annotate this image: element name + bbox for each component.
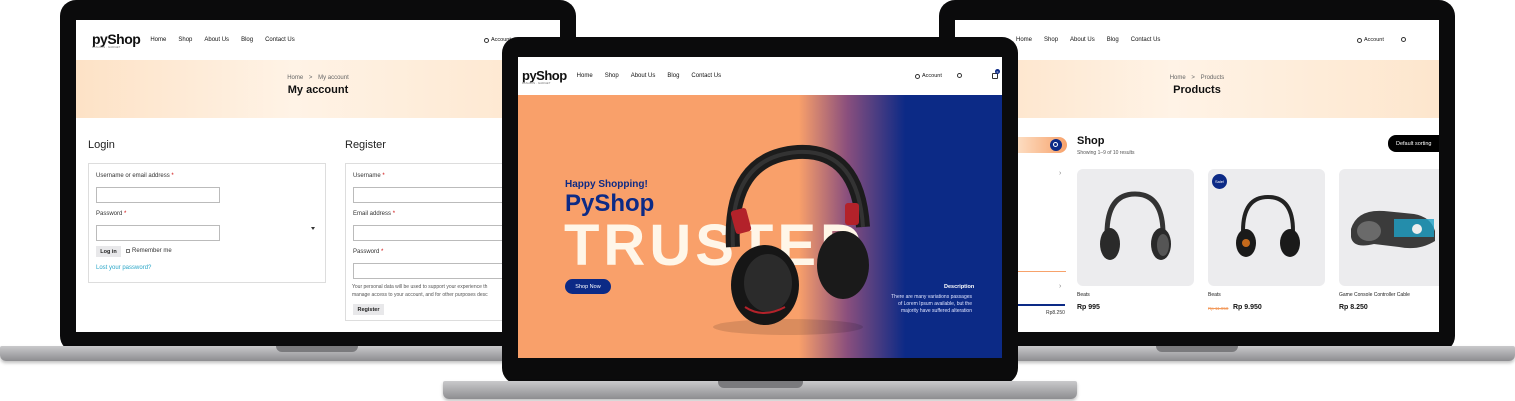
reg-username-field[interactable] — [353, 187, 505, 203]
logo[interactable]: pyShop FASHION · GADGET — [522, 68, 567, 85]
breadcrumb-current: My account — [318, 75, 349, 81]
logo[interactable]: pyShop FASHION · GADGET — [92, 31, 141, 49]
checkbox[interactable] — [126, 249, 130, 253]
register-button[interactable]: Register — [353, 304, 384, 315]
search-icon — [1053, 142, 1058, 147]
reg-email-field[interactable] — [353, 225, 505, 241]
chevron-right-icon[interactable]: › — [1059, 170, 1061, 177]
remember-me[interactable]: Remember me — [126, 248, 172, 254]
register-heading: Register — [345, 139, 386, 151]
account-screen: pyShop FASHION · GADGET Home Shop About U… — [76, 20, 560, 332]
home-navbar: pyShop FASHION · GADGET Home Shop About U… — [518, 57, 1002, 95]
laptop-right-notch — [1156, 346, 1238, 352]
account-link[interactable]: Account — [915, 73, 942, 79]
nav-home[interactable]: Home — [150, 37, 166, 43]
reg-username-label: Username * — [353, 173, 385, 179]
product-card[interactable] — [1208, 169, 1325, 286]
shop-now-button[interactable]: Shop Now — [565, 279, 611, 294]
products-page-header: Home > Products Products — [955, 60, 1439, 118]
breadcrumb-home[interactable]: Home — [287, 75, 303, 81]
username-field[interactable] — [96, 187, 220, 203]
page-title: My account — [287, 84, 349, 96]
breadcrumb: Home > Products — [1169, 75, 1225, 81]
description-text: There are many variations passages of Lo… — [891, 294, 972, 314]
product-name[interactable]: Beats — [1077, 292, 1090, 298]
laptop-center-notch — [718, 381, 803, 388]
nav-links: Home Shop About Us Blog Contact Us — [150, 37, 306, 43]
laptop-left-bezel: pyShop FASHION · GADGET Home Shop About U… — [60, 0, 576, 352]
search-button[interactable] — [1050, 139, 1062, 151]
login-button[interactable]: Log in — [96, 246, 121, 257]
headphones-image — [1100, 191, 1171, 260]
nav-shop[interactable]: Shop — [178, 37, 192, 43]
search-icon[interactable] — [957, 73, 962, 78]
privacy-text-2: manage access to your account, and for o… — [352, 292, 488, 298]
user-icon — [484, 37, 489, 43]
nav-contact[interactable]: Contact Us — [691, 73, 721, 79]
search-icon[interactable] — [1401, 37, 1406, 42]
login-form: Username or email address * Password * L… — [88, 163, 326, 283]
lost-password-link[interactable]: Lost your password? — [96, 265, 151, 271]
reg-password-label: Password * — [353, 249, 384, 255]
nav-contact[interactable]: Contact Us — [1131, 37, 1161, 43]
nav-blog[interactable]: Blog — [241, 37, 253, 43]
chevron-right-icon[interactable]: › — [1059, 283, 1061, 290]
page-title: Products — [1173, 84, 1221, 96]
divider — [1015, 271, 1066, 272]
controller-image — [1351, 210, 1435, 249]
product-old-price: Rp 11.950 — [1208, 306, 1229, 311]
shop-heading: Shop — [1077, 135, 1105, 147]
description-heading: Description — [944, 284, 975, 290]
results-count: Showing 1–9 of 10 results — [1077, 150, 1135, 156]
headphones-image — [713, 144, 870, 335]
product-name[interactable]: Beats — [1208, 292, 1221, 298]
reg-password-field[interactable] — [353, 263, 505, 279]
sale-badge: Sale! — [1212, 174, 1227, 189]
breadcrumb-home[interactable]: Home — [1170, 75, 1186, 81]
cart-count: 0 — [995, 69, 1000, 74]
price-max: Rp8.250 — [1046, 310, 1065, 316]
home-screen: pyShop FASHION · GADGET Home Shop About U… — [518, 57, 1002, 358]
product-price: Rp 995 — [1077, 304, 1100, 311]
products-screen: Home Shop About Us Blog Contact Us Accou… — [955, 20, 1439, 332]
caret-down-icon — [311, 227, 315, 230]
nav-shop[interactable]: Shop — [605, 73, 619, 79]
products-navbar: Home Shop About Us Blog Contact Us Accou… — [955, 20, 1439, 60]
reg-email-label: Email address * — [353, 211, 396, 217]
nav-links: Home Shop About Us Blog Contact Us — [577, 73, 733, 79]
laptop-left-notch — [276, 346, 358, 352]
sorting-select[interactable]: Default sorting — [1388, 135, 1439, 152]
nav-home[interactable]: Home — [577, 73, 593, 79]
user-icon — [915, 73, 920, 79]
price-slider[interactable] — [1015, 304, 1065, 306]
laptop-center-bezel: pyShop FASHION · GADGET Home Shop About U… — [502, 37, 1018, 384]
account-link[interactable]: Account — [1357, 37, 1384, 43]
account-page-header: Home > My account My account — [76, 60, 560, 118]
product-card[interactable] — [1077, 169, 1194, 286]
nav-blog[interactable]: Blog — [667, 73, 679, 79]
headphones-image — [1236, 194, 1300, 257]
nav-about[interactable]: About Us — [1070, 37, 1095, 43]
username-label: Username or email address * — [96, 173, 174, 179]
privacy-text: Your personal data will be used to suppo… — [352, 284, 488, 290]
product-price: Rp 9.950 — [1233, 304, 1262, 311]
user-icon — [1357, 37, 1362, 43]
product-price: Rp 8.250 — [1339, 304, 1368, 311]
nav-blog[interactable]: Blog — [1107, 37, 1119, 43]
product-card[interactable] — [1339, 169, 1439, 286]
nav-contact[interactable]: Contact Us — [265, 37, 295, 43]
nav-home[interactable]: Home — [1016, 37, 1032, 43]
nav-links: Home Shop About Us Blog Contact Us — [1016, 37, 1172, 43]
breadcrumb: Home > My account — [287, 75, 349, 81]
account-navbar: pyShop FASHION · GADGET Home Shop About U… — [76, 20, 560, 60]
hero-greeting: Happy Shopping! — [565, 179, 648, 190]
nav-about[interactable]: About Us — [204, 37, 229, 43]
nav-about[interactable]: About Us — [631, 73, 656, 79]
password-label: Password * — [96, 211, 127, 217]
password-field[interactable] — [96, 225, 220, 241]
nav-shop[interactable]: Shop — [1044, 37, 1058, 43]
breadcrumb-current: Products — [1200, 75, 1225, 81]
login-heading: Login — [88, 139, 115, 151]
product-name[interactable]: Game Console Controller Cable — [1339, 292, 1410, 298]
